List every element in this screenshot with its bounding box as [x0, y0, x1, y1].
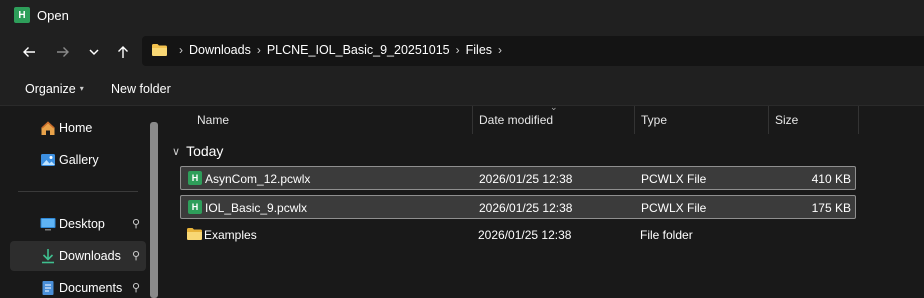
sort-indicator-icon: ⌄: [550, 102, 558, 112]
breadcrumb: › Downloads › PLCNE_IOL_Basic_9_20251015…: [173, 43, 508, 57]
pin-icon[interactable]: ⚲: [132, 217, 140, 230]
sidebar-item-documents[interactable]: Documents ⚲: [10, 273, 146, 298]
sidebar-item-gallery[interactable]: Gallery: [10, 145, 146, 175]
file-size: 175 KB: [811, 201, 851, 215]
file-type: File folder: [640, 228, 693, 242]
organize-button[interactable]: Organize ▾: [25, 82, 84, 96]
file-size: 410 KB: [811, 172, 851, 186]
chevron-down-icon: ∨: [172, 145, 181, 158]
file-date: 2026/01/25 12:38: [479, 172, 573, 186]
recent-locations-button[interactable]: [82, 40, 106, 64]
sidebar-divider: [18, 191, 138, 192]
file-date: 2026/01/25 12:38: [478, 228, 572, 242]
sidebar-item-desktop[interactable]: Desktop ⚲: [10, 209, 146, 239]
sidebar-item-label: Gallery: [59, 153, 99, 167]
sidebar-item-label: Documents: [59, 281, 123, 295]
app-icon: H: [14, 7, 30, 23]
file-row[interactable]: H AsynCom_12.pcwlx 2026/01/25 12:38 PCWL…: [180, 166, 856, 190]
file-row[interactable]: H IOL_Basic_9.pcwlx 2026/01/25 12:38 PCW…: [180, 195, 856, 219]
forward-button[interactable]: [51, 40, 75, 64]
sidebar-item-downloads[interactable]: Downloads ⚲: [10, 241, 146, 271]
file-name: AsynCom_12.pcwlx: [205, 172, 311, 186]
group-header-today[interactable]: ∨ Today: [172, 143, 223, 159]
organize-label: Organize: [25, 82, 76, 96]
sidebar-scrollbar[interactable]: [150, 122, 158, 298]
column-divider[interactable]: [858, 106, 859, 134]
sidebar-item-label: Home: [59, 121, 93, 135]
column-divider[interactable]: [768, 106, 769, 134]
column-divider[interactable]: [472, 106, 473, 134]
breadcrumb-separator-icon[interactable]: ›: [456, 43, 460, 57]
gallery-icon: [41, 154, 55, 166]
breadcrumb-separator-icon[interactable]: ›: [498, 43, 502, 57]
documents-icon: [42, 281, 54, 295]
breadcrumb-project-folder[interactable]: PLCNE_IOL_Basic_9_20251015: [267, 43, 450, 57]
breadcrumb-downloads[interactable]: Downloads: [189, 43, 251, 57]
folder-icon: [187, 228, 202, 240]
arrow-up-icon: [118, 46, 128, 58]
arrow-left-icon: [23, 47, 35, 57]
title-bar: H Open: [0, 0, 924, 32]
downloads-icon: [42, 249, 54, 264]
window-title: Open: [37, 8, 69, 23]
column-header-size[interactable]: Size: [775, 113, 798, 127]
sidebar-item-label: Downloads: [59, 249, 121, 263]
file-list: Name ⌄ Date modified Type Size ∨ Today H…: [162, 102, 924, 298]
arrow-right-icon: [57, 47, 69, 57]
file-type: PCWLX File: [641, 172, 707, 186]
sidebar-item-home[interactable]: Home: [10, 113, 146, 143]
new-folder-button[interactable]: New folder: [111, 82, 171, 96]
file-name: Examples: [204, 228, 257, 242]
column-divider[interactable]: [634, 106, 635, 134]
file-row[interactable]: Examples 2026/01/25 12:38 File folder: [180, 223, 856, 247]
up-button[interactable]: [111, 40, 135, 64]
column-header-date-modified[interactable]: Date modified: [479, 113, 553, 127]
desktop-icon: [40, 218, 56, 231]
column-header-name[interactable]: Name: [197, 113, 229, 127]
organize-dropdown-icon: ▾: [79, 84, 84, 93]
breadcrumb-separator-icon[interactable]: ›: [257, 43, 261, 57]
file-name: IOL_Basic_9.pcwlx: [205, 201, 308, 215]
home-icon: [41, 121, 55, 135]
chevron-down-icon: [89, 49, 99, 56]
column-header-type[interactable]: Type: [641, 113, 667, 127]
address-bar[interactable]: › Downloads › PLCNE_IOL_Basic_9_20251015…: [142, 36, 924, 66]
back-button[interactable]: [17, 40, 41, 64]
pin-icon[interactable]: ⚲: [132, 249, 140, 262]
file-type: PCWLX File: [641, 201, 707, 215]
group-label: Today: [186, 143, 224, 159]
pcwlx-file-icon: H: [188, 200, 202, 214]
navigation-pane: Home Gallery Desktop ⚲ Downloads ⚲ Docum…: [0, 106, 162, 298]
file-date: 2026/01/25 12:38: [479, 201, 573, 215]
breadcrumb-separator-icon[interactable]: ›: [179, 43, 183, 57]
breadcrumb-files[interactable]: Files: [466, 43, 492, 57]
sidebar-item-label: Desktop: [59, 217, 105, 231]
pcwlx-file-icon: H: [188, 171, 202, 185]
command-bar: Organize ▾ New folder: [0, 72, 924, 106]
pin-icon[interactable]: ⚲: [132, 281, 140, 294]
folder-icon: [152, 44, 167, 56]
